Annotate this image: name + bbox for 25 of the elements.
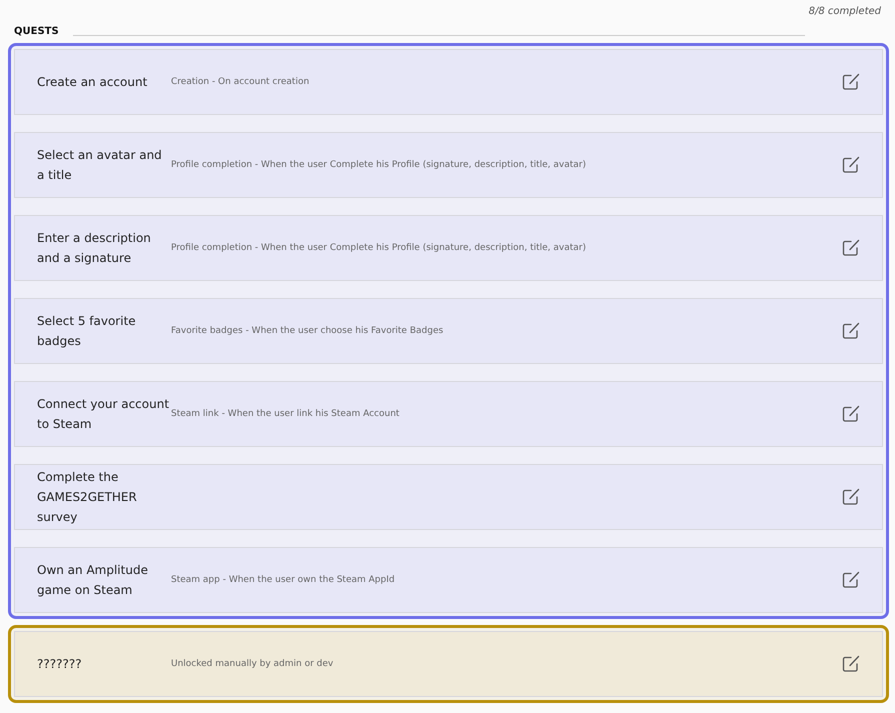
quest-title: Connect your account to Steam <box>37 396 170 433</box>
section-title: QUESTS <box>14 26 59 37</box>
quest-title: Enter a description and a signature <box>37 230 152 267</box>
edit-icon[interactable] <box>842 156 860 174</box>
edit-icon[interactable] <box>842 655 860 673</box>
quest-description: Favorite badges - When the user choose his Favorite Badges <box>171 326 444 336</box>
quest-title: Select an avatar and a title <box>37 147 163 184</box>
edit-icon[interactable] <box>842 239 860 257</box>
quest-description: Profile completion - When the user Complete his Profile (signature, description, title, avatar) <box>171 243 586 253</box>
edit-icon[interactable] <box>842 488 860 506</box>
progress-text: 8/8 completed <box>808 6 881 19</box>
quest-title: Select 5 favorite badges <box>37 313 137 350</box>
edit-icon[interactable] <box>842 322 860 340</box>
quest-description: Profile completion - When the user Complete his Profile (signature, description, title, avatar) <box>171 160 586 170</box>
edit-icon[interactable] <box>842 571 860 589</box>
quest-title: ??????? <box>37 656 83 673</box>
quest-title: Create an account <box>37 74 148 91</box>
edit-icon[interactable] <box>842 73 860 91</box>
quest-description: Steam link - When the user link his Steam Account <box>171 409 400 419</box>
quest-title: Own an Amplitude game on Steam <box>37 562 149 599</box>
quest-description: Creation - On account creation <box>171 77 310 87</box>
quest-description: Unlocked manually by admin or dev <box>171 659 334 669</box>
edit-icon[interactable] <box>842 405 860 423</box>
quest-title: Complete the GAMES2GETHER survey <box>37 469 138 526</box>
quest-description: Steam app - When the user own the Steam AppId <box>171 575 395 585</box>
